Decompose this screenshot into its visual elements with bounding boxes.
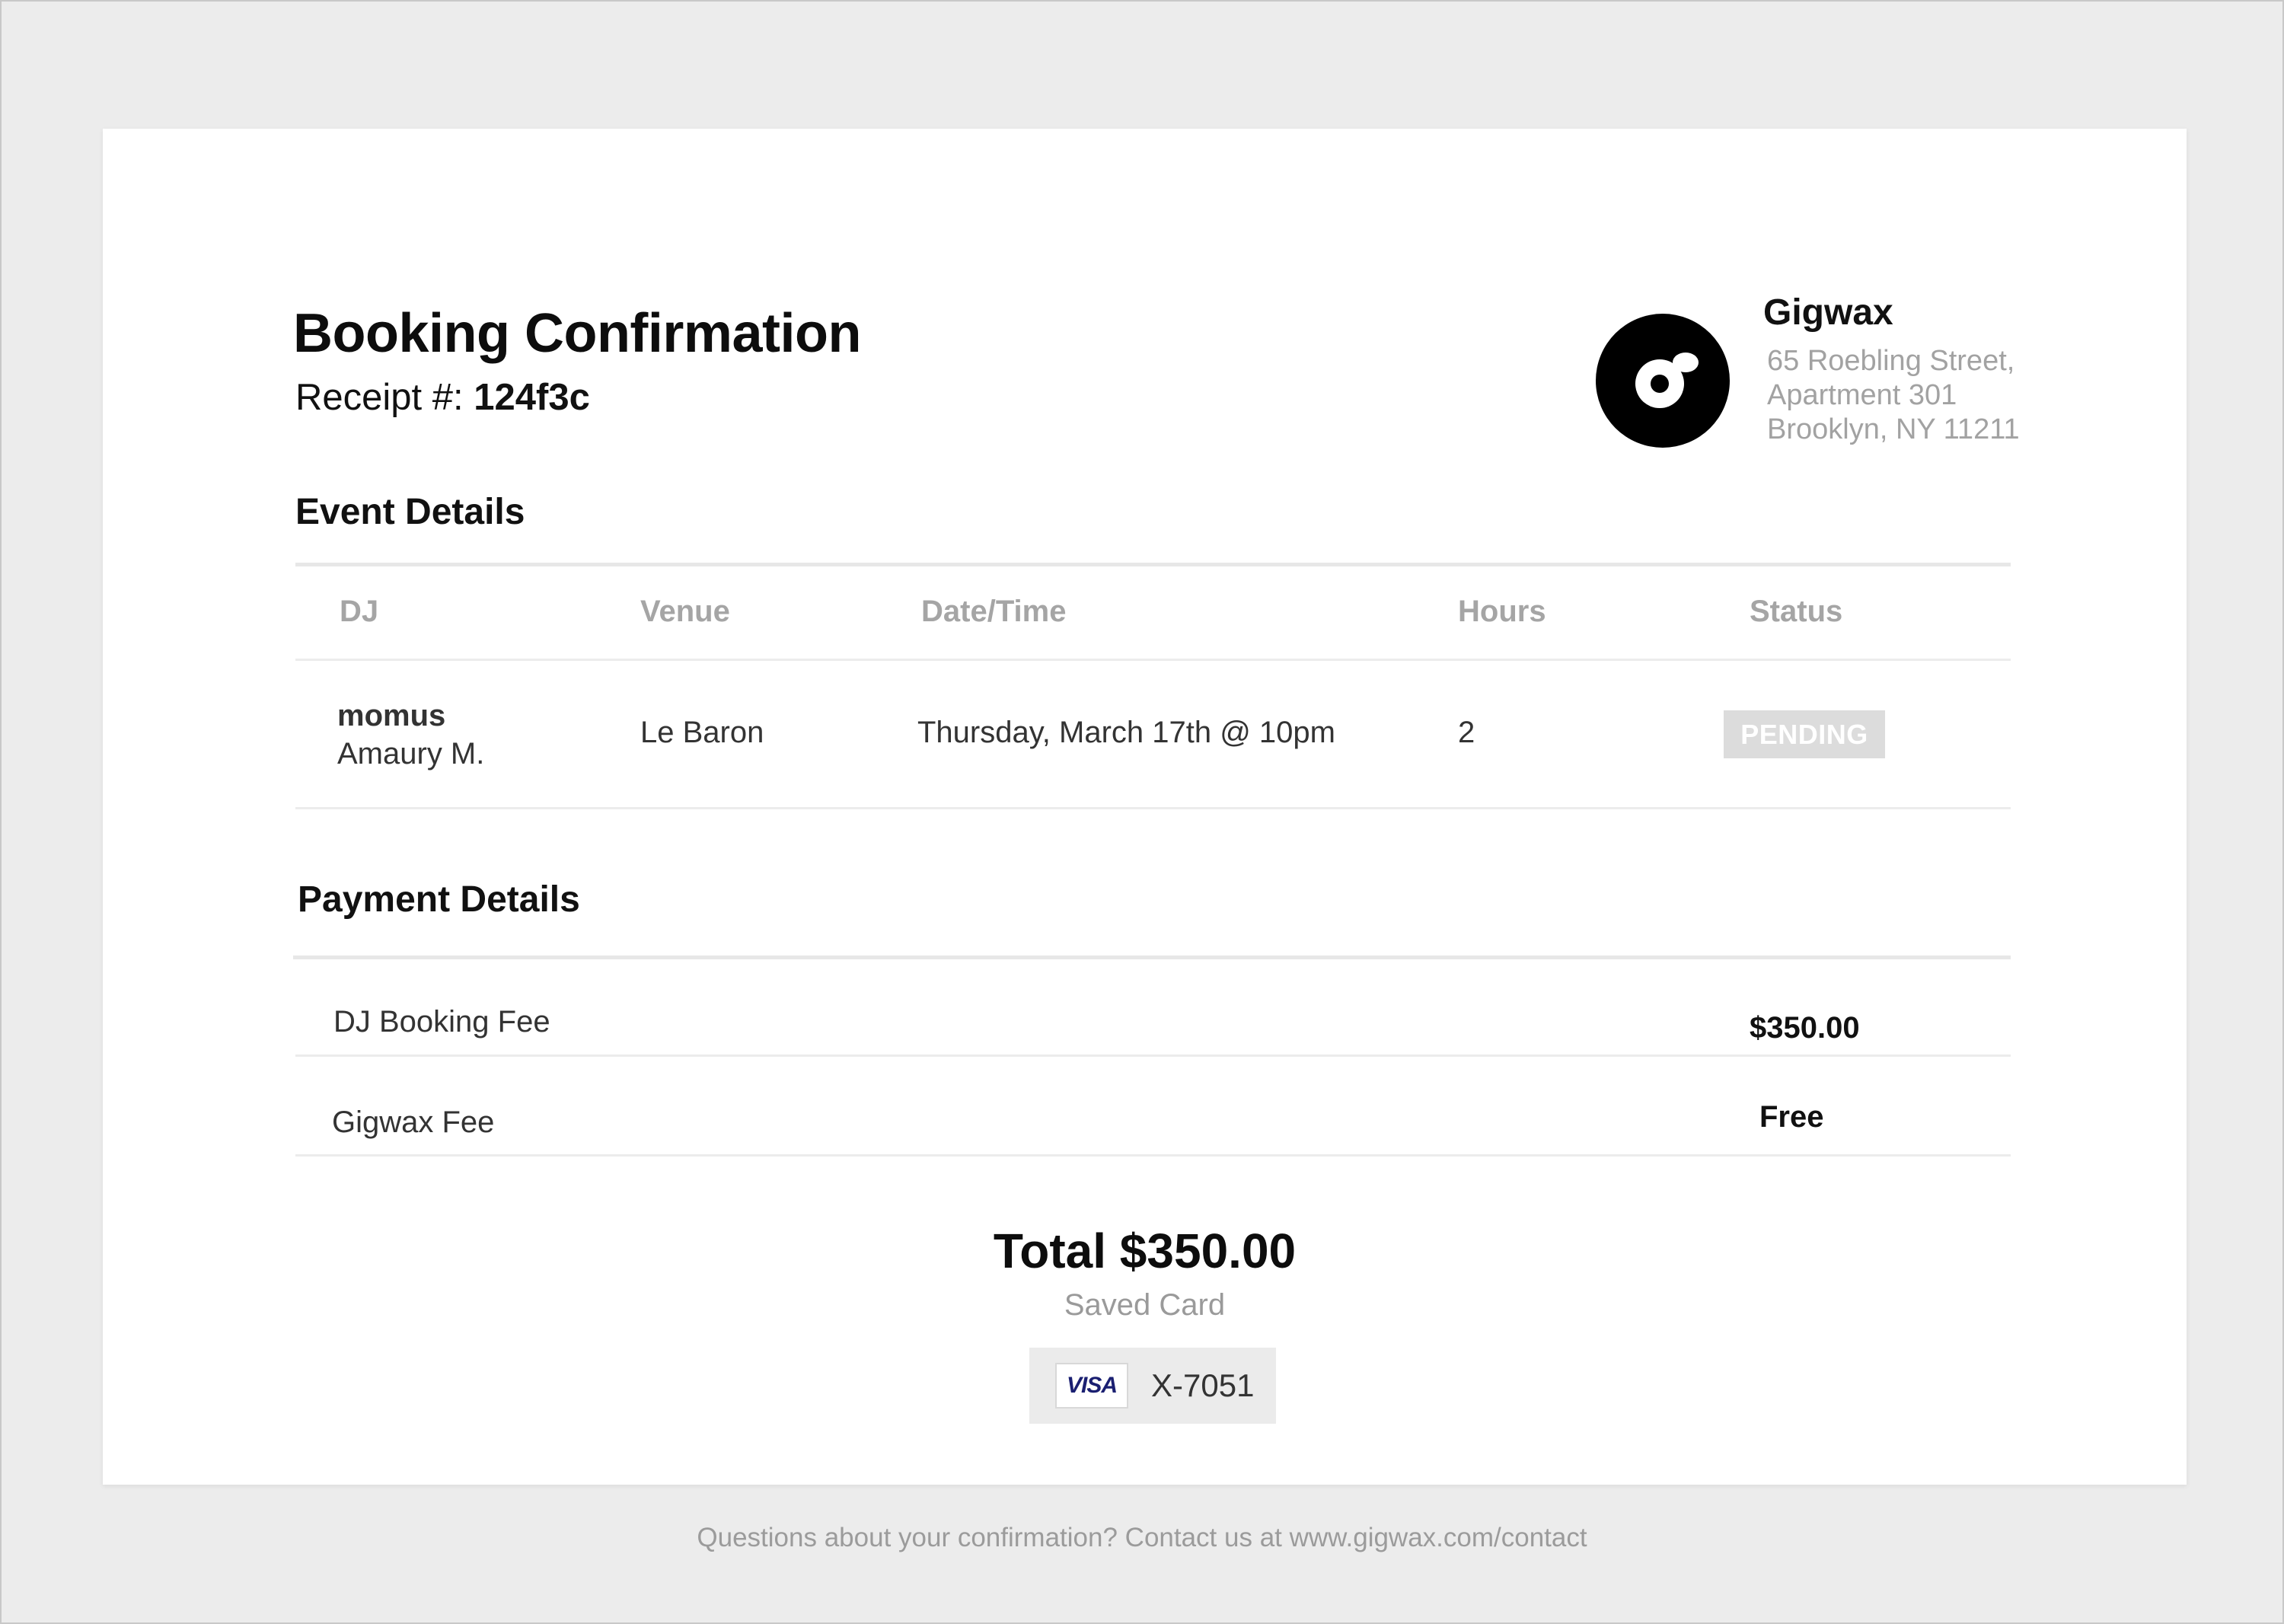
company-address: 65 Roebling Street, Apartment 301 Brookl… xyxy=(1767,344,2020,447)
datetime-cell: Thursday, March 17th @ 10pm xyxy=(917,716,1335,749)
receipt-number: Receipt #: 124f3c xyxy=(295,376,590,419)
company-name: Gigwax xyxy=(1763,292,1893,333)
payment-row-rule xyxy=(295,1054,2011,1057)
column-header-hours: Hours xyxy=(1458,595,1546,628)
dj-name: Amaury M. xyxy=(337,737,485,771)
card-number: X-7051 xyxy=(1151,1367,1255,1403)
event-table-top-rule xyxy=(295,563,2011,566)
hours-cell: 2 xyxy=(1458,716,1475,749)
column-header-venue: Venue xyxy=(640,595,730,628)
event-bottom-rule xyxy=(295,807,2011,809)
column-header-dj: DJ xyxy=(340,595,379,628)
payment-method-label: Saved Card xyxy=(1064,1288,1226,1322)
fee-amount-booking: $350.00 xyxy=(1750,1011,1860,1045)
receipt-label: Receipt #: xyxy=(295,377,464,418)
fee-amount-gigwax: Free xyxy=(1759,1100,1824,1134)
vinyl-record-icon xyxy=(1596,314,1730,448)
payment-bottom-rule xyxy=(295,1154,2011,1157)
address-line-2: Apartment 301 xyxy=(1767,379,1957,411)
visa-icon: VISA xyxy=(1055,1363,1128,1409)
column-header-status: Status xyxy=(1750,595,1843,628)
receipt-id: 124f3c xyxy=(474,377,590,418)
column-header-datetime: Date/Time xyxy=(921,595,1067,628)
saved-card: VISA X-7051 xyxy=(1029,1348,1276,1424)
footer-contact: Questions about your confirmation? Conta… xyxy=(697,1523,1587,1552)
dj-cell: momus Amaury M. xyxy=(337,697,484,773)
payment-details-title: Payment Details xyxy=(298,879,580,920)
page-title: Booking Confirmation xyxy=(293,303,861,364)
dj-handle: momus xyxy=(337,699,446,732)
fee-label-gigwax: Gigwax Fee xyxy=(332,1106,495,1139)
status-badge: PENDING xyxy=(1724,710,1885,758)
receipt-card: Booking Confirmation Receipt #: 124f3c G… xyxy=(103,129,2187,1485)
total-amount: Total $350.00 xyxy=(993,1224,1297,1278)
venue-cell: Le Baron xyxy=(640,716,764,749)
address-line-3: Brooklyn, NY 11211 xyxy=(1767,413,2020,445)
payment-table-top-rule xyxy=(293,956,2011,959)
event-details-title: Event Details xyxy=(295,492,525,532)
event-header-rule xyxy=(295,659,2011,661)
fee-label-booking: DJ Booking Fee xyxy=(333,1005,550,1039)
address-line-1: 65 Roebling Street, xyxy=(1767,345,2015,377)
